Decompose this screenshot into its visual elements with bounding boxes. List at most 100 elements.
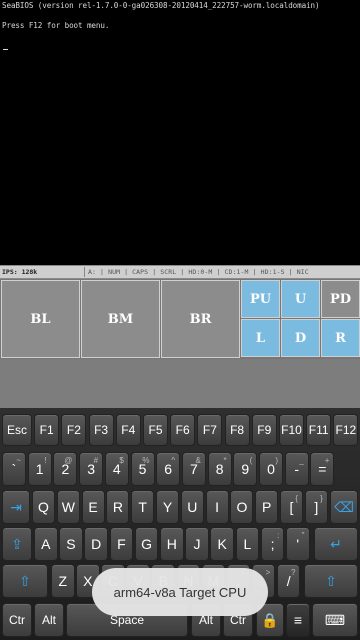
fkey-f12[interactable]: F12 <box>333 414 359 446</box>
key-e[interactable]: E <box>81 490 105 524</box>
key-f[interactable]: F <box>109 527 134 561</box>
key-7[interactable]: & 7 <box>181 452 206 486</box>
fkey-f6[interactable]: F6 <box>170 414 196 446</box>
emulator-screen[interactable]: SeaBIOS (version rel-1.7.0-0-ga026308-20… <box>0 0 360 265</box>
arrow-left-button[interactable]: L <box>241 319 280 357</box>
caps-lock-key[interactable]: ⇪ <box>2 527 32 561</box>
key-12[interactable]: + = <box>310 452 335 486</box>
key-secondary-label: + <box>324 456 330 465</box>
key-p[interactable]: P <box>255 490 279 524</box>
key-label: ; <box>270 536 275 552</box>
fkey-f9[interactable]: F9 <box>251 414 277 446</box>
fkey-f4[interactable]: F4 <box>115 414 141 446</box>
arrow-up-button[interactable]: U <box>281 280 320 318</box>
key-label: F2 <box>66 423 81 437</box>
page-down-button[interactable]: PD <box>321 280 360 318</box>
key-k[interactable]: K <box>210 527 234 561</box>
key-2[interactable]: @2 <box>53 452 78 486</box>
fkey-f3[interactable]: F3 <box>88 414 114 446</box>
mouse-middle-button[interactable]: BM <box>81 280 160 358</box>
fkey-f10[interactable]: F10 <box>279 414 304 446</box>
key-s[interactable]: S <box>59 527 83 561</box>
fkey-f2[interactable]: F2 <box>61 414 87 446</box>
backspace-key[interactable]: ⌫ <box>330 490 358 524</box>
key-o[interactable]: O <box>230 490 254 524</box>
key-r[interactable]: R <box>106 490 130 524</box>
fkey-f7[interactable]: F7 <box>197 414 223 446</box>
emulator-panel-spacer <box>0 359 360 408</box>
key-u[interactable]: U <box>180 490 204 524</box>
tab-icon: ⇥ <box>10 498 22 515</box>
tab-key[interactable]: ⇥ <box>2 490 30 524</box>
key-label: Z <box>58 573 68 589</box>
key-label: O <box>236 499 248 515</box>
page-up-button[interactable]: PU <box>241 280 280 318</box>
key-3[interactable]: #3 <box>79 452 104 486</box>
key-q[interactable]: Q <box>32 490 55 524</box>
key-label: 1 <box>35 461 44 477</box>
key-1[interactable]: ! 1 <box>27 452 52 486</box>
key-10[interactable]: ) 0 <box>259 452 283 486</box>
key-l[interactable]: L <box>235 527 260 561</box>
key-label: D <box>91 536 102 552</box>
lock-icon: 🔒 <box>261 611 279 628</box>
fkey-f11[interactable]: F11 <box>306 414 332 446</box>
key-z[interactable]: Z <box>51 564 75 598</box>
key-label: U <box>187 499 198 515</box>
alt-left-key[interactable]: Alt <box>34 603 64 637</box>
arrow-down-button[interactable]: D <box>281 319 320 357</box>
caps-lock-icon: ⇪ <box>11 535 23 552</box>
key-t[interactable]: T <box>131 490 155 524</box>
key-label: F9 <box>257 423 272 437</box>
key-label: I <box>215 499 220 515</box>
key-4[interactable]: $4 <box>104 452 129 486</box>
key-j[interactable]: J <box>185 527 209 561</box>
key-0[interactable]: ~ ` <box>2 452 26 486</box>
key-label: R <box>112 499 123 515</box>
key-6[interactable]: ^ 6 <box>156 452 181 486</box>
key-y[interactable]: Y <box>156 490 179 524</box>
shift-right-key[interactable]: ⇧ <box>304 564 358 598</box>
key-i[interactable]: I <box>205 490 229 524</box>
key-9[interactable]: (9 <box>233 452 258 486</box>
key-secondary-label: & <box>195 456 201 465</box>
fkey-f1[interactable]: F1 <box>34 414 60 446</box>
mouse-right-button[interactable]: BR <box>161 280 240 358</box>
key-secondary-label: ! <box>44 456 47 465</box>
key-label: L <box>243 536 252 552</box>
key-w[interactable]: W <box>56 490 80 524</box>
key-secondary-label: ? <box>290 568 296 577</box>
ctrl-left-key[interactable]: Ctr <box>2 603 32 637</box>
key-a[interactable]: A <box>34 527 58 561</box>
key-d[interactable]: D <box>84 527 108 561</box>
key-label: A <box>41 536 51 552</box>
key-secondary-label: # <box>93 456 99 465</box>
key-label: K <box>217 536 227 552</box>
key-label: F4 <box>121 423 136 437</box>
fkey-esc[interactable]: Esc <box>2 414 32 446</box>
ctrl-label: Ctr <box>9 613 25 627</box>
key-5[interactable]: % 5 <box>130 452 155 486</box>
key-h[interactable]: H <box>160 527 184 561</box>
shift-left-key[interactable]: ⇧ <box>2 564 48 598</box>
key-'[interactable]: " ' <box>286 527 310 561</box>
shift-icon: ⇧ <box>325 572 337 589</box>
key-][interactable]: }] <box>304 490 328 524</box>
key-[[interactable]: {[ <box>280 490 303 524</box>
fkey-f5[interactable]: F5 <box>143 414 168 446</box>
key-label: F11 <box>308 423 329 437</box>
mouse-left-button[interactable]: BL <box>1 280 80 358</box>
arrow-right-button[interactable]: R <box>321 319 360 357</box>
key-secondary-label: * <box>223 456 227 465</box>
key-/[interactable]: ? / <box>276 564 301 598</box>
fkey-f8[interactable]: F8 <box>224 414 250 446</box>
key-;[interactable]: :; <box>260 527 285 561</box>
key-secondary-label: @ <box>64 456 73 465</box>
key-label: F12 <box>335 423 357 437</box>
key-11[interactable]: _ - <box>284 452 309 486</box>
enter-key[interactable]: ↵ <box>314 527 358 561</box>
menu-key[interactable]: ≡ <box>286 603 310 637</box>
key-8[interactable]: * 8 <box>207 452 232 486</box>
key-g[interactable]: G <box>134 527 159 561</box>
keyboard-toggle-key[interactable]: ⌨ <box>312 603 358 637</box>
